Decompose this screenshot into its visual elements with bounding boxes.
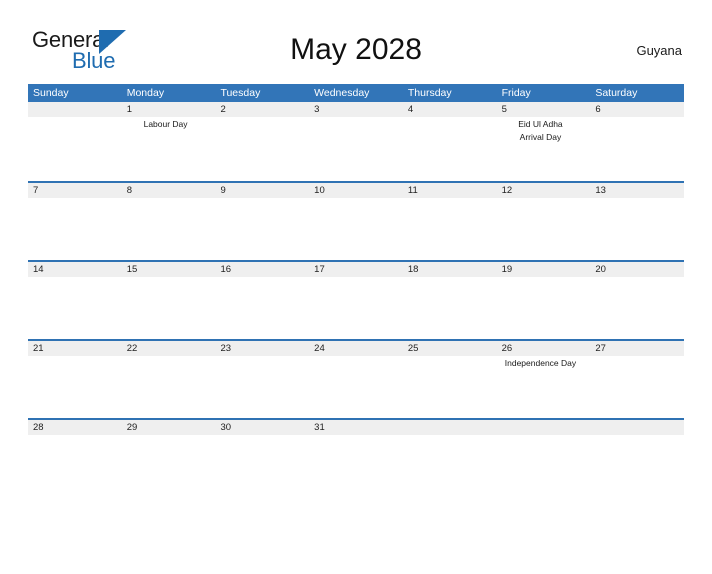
calendar-day-cell[interactable]: 6	[590, 102, 684, 181]
calendar-day-cell[interactable]: 13	[590, 183, 684, 260]
day-number: 1	[126, 104, 133, 115]
day-number: 14	[33, 264, 44, 275]
day-number: 4	[407, 104, 414, 115]
calendar-day-cell-empty	[590, 420, 684, 497]
calendar-day-cell[interactable]: 5 Eid Ul Adha Arrival Day	[497, 102, 591, 181]
calendar-day-cell[interactable]: 27	[590, 341, 684, 418]
day-number: 15	[126, 264, 138, 275]
day-events: Eid Ul Adha Arrival Day	[502, 118, 588, 143]
country-label: Guyana	[636, 43, 682, 58]
calendar-day-cell[interactable]: 25	[403, 341, 497, 418]
day-number: 10	[314, 185, 325, 196]
day-number: 21	[33, 343, 44, 354]
day-number: 17	[314, 264, 325, 275]
day-number: 11	[407, 185, 418, 196]
day-number: 28	[33, 422, 44, 433]
calendar-table: Sunday Monday Tuesday Wednesday Thursday…	[28, 84, 684, 497]
calendar-day-cell[interactable]: 10	[309, 183, 403, 260]
calendar-day-cell[interactable]: 15	[122, 262, 216, 339]
calendar-day-cell[interactable]: 18	[403, 262, 497, 339]
weekday-sunday: Sunday	[33, 87, 69, 99]
calendar-day-cell-empty	[28, 102, 122, 181]
calendar-weeks: 1 Labour Day 2 3 4 5 Eid Ul Adha Arrival Day 6 7 8…	[28, 102, 684, 497]
page-header: General Blue May 2028 Guyana	[28, 24, 684, 76]
weekday-header-row: Sunday Monday Tuesday Wednesday Thursday…	[28, 84, 684, 102]
day-number: 9	[220, 185, 226, 196]
day-number: 18	[407, 264, 419, 275]
calendar-day-cell[interactable]: 28	[28, 420, 122, 497]
day-number: 6	[595, 104, 601, 115]
day-number: 7	[33, 185, 39, 196]
day-number: 13	[595, 185, 606, 196]
holiday-label: Independence Day	[504, 358, 577, 368]
calendar-day-cell[interactable]: 23	[215, 341, 309, 418]
day-number: 29	[126, 422, 138, 433]
weekday-saturday: Saturday	[595, 87, 638, 99]
calendar-week-row: 7 8 9 10 11 12 13	[28, 181, 684, 260]
calendar-day-cell[interactable]: 29	[122, 420, 216, 497]
calendar-day-cell[interactable]: 17	[309, 262, 403, 339]
holiday-label: Eid Ul Adha	[518, 119, 563, 129]
calendar-week-row: 14 15 16 17 18 19 20	[28, 260, 684, 339]
day-number: 8	[126, 185, 133, 196]
calendar-day-cell[interactable]: 19	[497, 262, 591, 339]
calendar-day-cell[interactable]: 1 Labour Day	[122, 102, 216, 181]
day-number: 26	[501, 343, 513, 354]
calendar-day-cell-empty	[403, 420, 497, 497]
weekday-monday: Monday	[126, 87, 165, 99]
weekday-thursday: Thursday	[407, 87, 452, 99]
calendar-day-cell[interactable]: 4	[403, 102, 497, 181]
day-number: 5	[501, 104, 507, 115]
calendar-day-cell[interactable]: 8	[122, 183, 216, 260]
day-number: 3	[314, 104, 320, 115]
holiday-label: Labour Day	[143, 119, 188, 129]
page-title: May 2028	[290, 33, 422, 66]
day-number	[408, 420, 494, 435]
day-number: 20	[595, 264, 606, 275]
calendar-day-cell-empty	[497, 420, 591, 497]
calendar-day-cell[interactable]: 22	[122, 341, 216, 418]
calendar-day-cell[interactable]: 20	[590, 262, 684, 339]
calendar-day-cell[interactable]: 11	[403, 183, 497, 260]
day-number: 2	[220, 104, 226, 115]
day-events: Labour Day	[127, 118, 213, 131]
day-number: 23	[220, 343, 232, 354]
day-number: 25	[407, 343, 419, 354]
calendar-day-cell[interactable]: 24	[309, 341, 403, 418]
weekday-friday: Friday	[501, 87, 531, 99]
day-number: 16	[220, 264, 232, 275]
calendar-day-cell[interactable]: 2	[215, 102, 309, 181]
day-number: 24	[314, 343, 325, 354]
weekday-wednesday: Wednesday	[314, 87, 370, 99]
calendar-page: General Blue May 2028 Guyana Sunday Mond…	[0, 24, 712, 574]
calendar-day-cell[interactable]: 3	[309, 102, 403, 181]
day-number: 12	[501, 185, 513, 196]
calendar-week-row: 21 22 23 24 25 26 Independence Day 27	[28, 339, 684, 418]
calendar-day-cell[interactable]: 9	[215, 183, 309, 260]
calendar-day-cell[interactable]: 30	[215, 420, 309, 497]
weekday-tuesday: Tuesday	[220, 87, 261, 99]
day-number	[502, 420, 588, 435]
calendar-day-cell[interactable]: 21	[28, 341, 122, 418]
day-number	[595, 420, 681, 435]
day-number: 30	[220, 422, 232, 433]
day-number	[33, 102, 119, 117]
calendar-day-cell[interactable]: 12	[497, 183, 591, 260]
calendar-day-cell[interactable]: 31	[309, 420, 403, 497]
day-number: 31	[314, 422, 325, 433]
calendar-day-cell[interactable]: 16	[215, 262, 309, 339]
calendar-week-row: 28 29 30 31	[28, 418, 684, 497]
day-number: 22	[126, 343, 138, 354]
calendar-week-row: 1 Labour Day 2 3 4 5 Eid Ul Adha Arrival Day 6	[28, 102, 684, 181]
calendar-day-cell[interactable]: 7	[28, 183, 122, 260]
calendar-day-cell[interactable]: 26 Independence Day	[497, 341, 591, 418]
calendar-day-cell[interactable]: 14	[28, 262, 122, 339]
day-events: Independence Day	[502, 357, 588, 370]
holiday-label: Arrival Day	[519, 131, 562, 142]
day-number: 19	[501, 264, 513, 275]
day-number: 27	[595, 343, 606, 354]
